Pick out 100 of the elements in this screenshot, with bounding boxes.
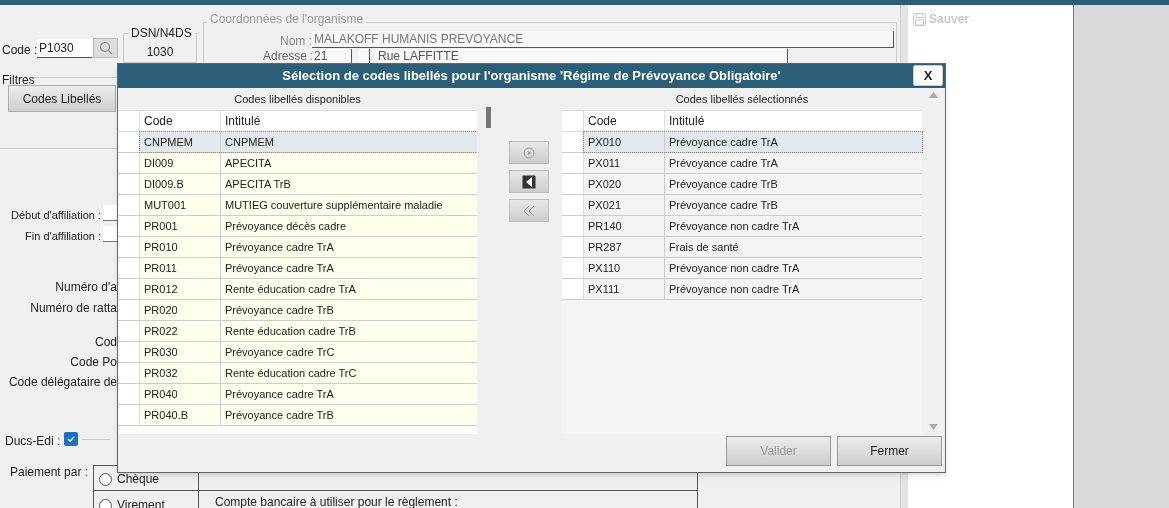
- table-row[interactable]: PR040 Prévoyance cadre TrA: [118, 384, 477, 405]
- date-field[interactable]: [103, 226, 117, 242]
- date-label: Début d'affiliation :: [11, 208, 101, 223]
- search-icon: [98, 41, 113, 55]
- label-cell-text: Prévoyance cadre TrB: [668, 198, 779, 213]
- remove-all-button[interactable]: [509, 199, 549, 222]
- code-cell: DI009: [140, 153, 221, 173]
- label-cell-text: MUTIEG couverture supplémentaire maladie: [224, 198, 444, 213]
- code-label: Code :: [2, 42, 38, 59]
- list-title: Codes libellés sélectionnés: [674, 92, 810, 107]
- code-cell: PR032: [140, 363, 221, 383]
- table-row[interactable]: PX110 Prévoyance non cadre TrA: [562, 258, 922, 279]
- code-cell: PX110: [584, 258, 665, 278]
- label-cell-text: APECITA: [224, 156, 273, 171]
- table-row[interactable]: PR032 Rente éducation cadre TrC: [118, 363, 477, 384]
- label-cell-text: Prévoyance cadre TrA: [668, 156, 779, 171]
- dialog-button[interactable]: Fermer: [837, 436, 942, 466]
- table-row[interactable]: PR011 Prévoyance cadre TrA: [118, 258, 477, 279]
- code-cell: PR040.B: [140, 405, 221, 425]
- label-cell-text: Rente éducation cadre TrC: [224, 366, 358, 381]
- table-row[interactable]: PR040.B Prévoyance cadre TrB: [118, 405, 477, 426]
- code-cell: PR011: [140, 258, 221, 278]
- play-icon: [523, 146, 535, 159]
- label-cell-text: Prévoyance décès cadre: [224, 219, 348, 234]
- date-field[interactable]: [103, 205, 117, 221]
- code-cell: PR040: [140, 384, 221, 404]
- label-cell-text: Prévoyance cadre TrB: [668, 177, 779, 192]
- table-row[interactable]: PX020 Prévoyance cadre TrB: [562, 174, 922, 195]
- label-cell-text: Prévoyance cadre TrB: [224, 303, 335, 318]
- field-label: Code délégataire de: [8, 374, 117, 391]
- code-cell: DI009.B: [140, 174, 221, 194]
- table-row[interactable]: PR020 Prévoyance cadre TrB: [118, 300, 477, 321]
- search-button[interactable]: [93, 38, 118, 58]
- codes-button[interactable]: Codes Libellés: [8, 85, 116, 112]
- code-cell: MUT001: [140, 195, 221, 215]
- close-button[interactable]: X: [913, 65, 943, 86]
- code-cell: PR020: [140, 300, 221, 320]
- label-cell-text: Prévoyance cadre TrA: [224, 387, 335, 402]
- name-label: Nom :: [280, 33, 312, 50]
- street-field: Rue LAFFITTE: [375, 49, 788, 63]
- table-row[interactable]: MUT001 MUTIEG couverture supplémentaire maladie: [118, 195, 477, 216]
- label-cell-text: CNPMEM: [224, 135, 275, 150]
- code-cell: PR010: [140, 237, 221, 257]
- code-cell: PR012: [140, 279, 221, 299]
- table-row[interactable]: PX111 Prévoyance non cadre TrA: [562, 279, 922, 300]
- code-cell: PR140: [584, 216, 665, 236]
- list-title: Codes libellés disponibles: [233, 92, 362, 107]
- column-header: Intitulé: [668, 113, 706, 130]
- scrollbar-thumb[interactable]: [486, 107, 491, 128]
- table-row[interactable]: PR010 Prévoyance cadre TrA: [118, 237, 477, 258]
- radio-button[interactable]: [99, 498, 112, 508]
- field-label: Numéro de ratta: [30, 300, 117, 317]
- radio-button[interactable]: [99, 472, 112, 486]
- table-row[interactable]: PR022 Rente éducation cadre TrB: [118, 321, 477, 342]
- table-row[interactable]: PX010 Prévoyance cadre TrA: [562, 132, 922, 153]
- table-row[interactable]: PX021 Prévoyance cadre TrB: [562, 195, 922, 216]
- code-cell: PR001: [140, 216, 221, 236]
- code-cell: CNPMEM: [140, 132, 221, 152]
- label-cell-text: APECITA TrB: [224, 177, 292, 192]
- code-cell: PX011: [584, 153, 665, 173]
- field-label: Numéro d'a: [55, 279, 117, 296]
- table-row[interactable]: PR001 Prévoyance décès cadre: [118, 216, 477, 237]
- table-row[interactable]: DI009.B APECITA TrB: [118, 174, 477, 195]
- radio-label: Chèque: [117, 471, 160, 488]
- field-label: Cod: [95, 334, 117, 351]
- label-cell-text: Prévoyance cadre TrB: [224, 408, 335, 423]
- table-row[interactable]: CNPMEM CNPMEM: [118, 132, 477, 153]
- code-cell: PR022: [140, 321, 221, 341]
- label-cell-text: Rente éducation cadre TrA: [224, 282, 357, 297]
- table-row[interactable]: PR030 Prévoyance cadre TrC: [118, 342, 477, 363]
- table-row[interactable]: PR287 Frais de santé: [562, 237, 922, 258]
- code-field[interactable]: P1030: [37, 39, 92, 58]
- label-cell-text: Prévoyance cadre TrA: [224, 261, 335, 276]
- label-cell-text: Prévoyance cadre TrA: [224, 240, 335, 255]
- label-cell-text: Prévoyance non cadre TrA: [668, 282, 801, 297]
- table-row[interactable]: DI009 APECITA: [118, 153, 477, 174]
- code-cell: PX111: [584, 279, 665, 299]
- code-cell: PX010: [584, 132, 665, 152]
- account-label: Compte bancaire à utiliser pour le règlement :: [215, 494, 458, 508]
- dsn-title: DSN/N4DS: [129, 27, 194, 39]
- table-row[interactable]: PX011 Prévoyance cadre TrA: [562, 153, 922, 174]
- label-cell-text: Frais de santé: [668, 240, 740, 255]
- dialog-title: Sélection de codes libellés pour l'organisme 'Régime de Prévoyance Obligatoire': [282, 67, 781, 86]
- ducs-checkbox[interactable]: [64, 432, 78, 446]
- remove-button[interactable]: [509, 170, 549, 193]
- label-cell-text: Prévoyance cadre TrC: [224, 345, 336, 360]
- table-row[interactable]: PR140 Prévoyance non cadre TrA: [562, 216, 922, 237]
- code-cell: PX020: [584, 174, 665, 194]
- name-field: MALAKOFF HUMANIS PREVOYANCE: [312, 31, 894, 48]
- label-cell-text: Prévoyance non cadre TrA: [668, 219, 801, 234]
- label-cell-text: Rente éducation cadre TrB: [224, 324, 357, 339]
- code-cell: PR287: [584, 237, 665, 257]
- column-header: Intitulé: [224, 113, 262, 130]
- dsn-value: 1030: [146, 45, 174, 59]
- payment-label: Paiement par :: [10, 464, 89, 481]
- table-row[interactable]: PR012 Rente éducation cadre TrA: [118, 279, 477, 300]
- code-cell: PR030: [140, 342, 221, 362]
- label-cell-text: Prévoyance non cadre TrA: [668, 261, 801, 276]
- code-cell: PX021: [584, 195, 665, 215]
- address-label: Adresse :: [263, 49, 314, 63]
